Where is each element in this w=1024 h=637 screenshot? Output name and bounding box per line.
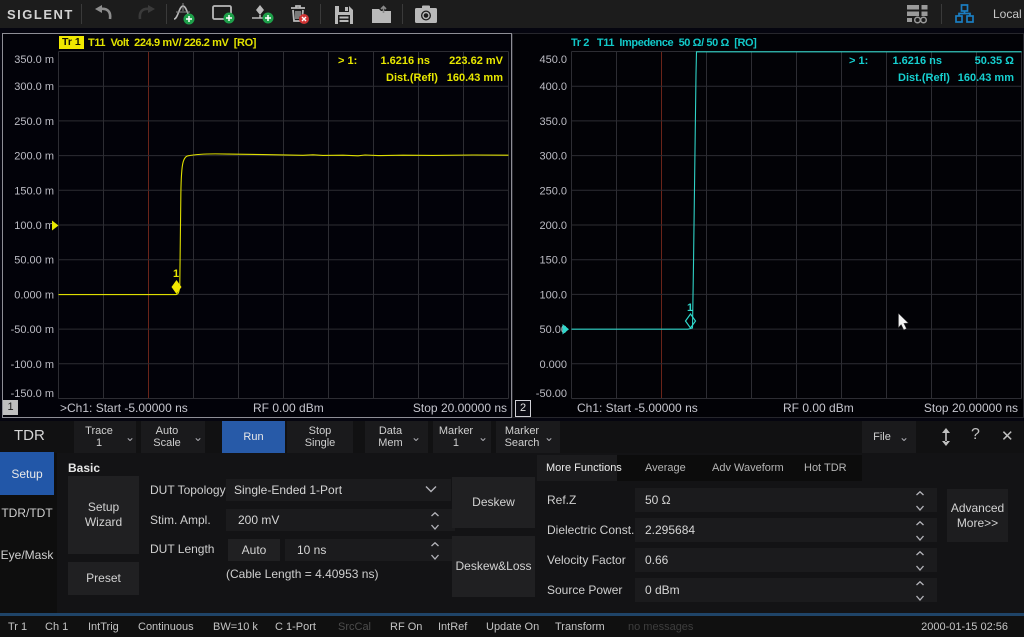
svg-text:150.0 m: 150.0 m	[14, 185, 54, 197]
svg-text:1.6216 ns: 1.6216 ns	[892, 55, 942, 67]
svg-text:300.0 m: 300.0 m	[14, 81, 54, 93]
svg-text:450.0: 450.0	[539, 54, 567, 66]
svg-text:250.0: 250.0	[539, 185, 567, 197]
svg-text:100.0 m: 100.0 m	[14, 220, 54, 232]
svg-text:-150.0 m: -150.0 m	[11, 388, 54, 400]
svg-text:Dist.(Refl): Dist.(Refl)	[386, 72, 438, 84]
svg-text:200.0: 200.0	[539, 220, 567, 232]
svg-text:200.0 m: 200.0 m	[14, 151, 54, 163]
svg-text:160.43 mm: 160.43 mm	[958, 72, 1014, 84]
svg-text:1.6216 ns: 1.6216 ns	[380, 55, 430, 67]
svg-text:400.0: 400.0	[539, 81, 567, 93]
svg-text:50.35 Ω: 50.35 Ω	[975, 55, 1015, 67]
svg-text:300.0: 300.0	[539, 151, 567, 163]
svg-text:150.0: 150.0	[539, 255, 567, 267]
svg-text:1: 1	[173, 268, 179, 280]
svg-text:0.000 m: 0.000 m	[14, 289, 54, 301]
svg-text:Dist.(Refl): Dist.(Refl)	[898, 72, 950, 84]
svg-text:50.00 m: 50.00 m	[14, 255, 54, 267]
svg-text:250.0 m: 250.0 m	[14, 116, 54, 128]
svg-text:-100.0 m: -100.0 m	[11, 359, 54, 371]
svg-text:-50.00: -50.00	[536, 388, 567, 400]
svg-text:0.000: 0.000	[539, 359, 567, 371]
svg-text:-50.00 m: -50.00 m	[11, 324, 54, 336]
svg-text:> 1:: > 1:	[849, 55, 868, 67]
svg-text:350.0: 350.0	[539, 116, 567, 128]
svg-text:> 1:: > 1:	[338, 55, 357, 67]
svg-text:160.43 mm: 160.43 mm	[447, 72, 503, 84]
svg-text:223.62 mV: 223.62 mV	[449, 55, 503, 67]
svg-text:1: 1	[687, 302, 693, 314]
svg-text:100.0: 100.0	[539, 289, 567, 301]
svg-text:350.0 m: 350.0 m	[14, 54, 54, 66]
